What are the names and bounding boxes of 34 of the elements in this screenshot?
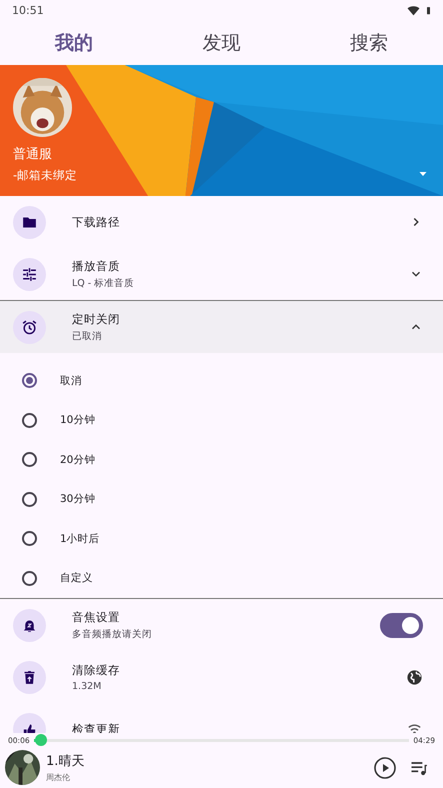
progress-thumb[interactable] <box>35 734 48 746</box>
timer-option[interactable]: 自定义 <box>0 558 443 598</box>
tab[interactable]: 搜索 <box>295 20 443 65</box>
play-icon <box>373 756 397 780</box>
song-title: 1.晴天 <box>46 753 86 770</box>
tab[interactable]: 我的 <box>0 20 148 65</box>
artist-name: 周杰伦 <box>46 772 71 783</box>
radio-button[interactable] <box>22 412 37 428</box>
radio-button[interactable] <box>22 570 37 586</box>
radio-button[interactable] <box>22 452 37 468</box>
setting-value: 1.32M <box>72 680 102 692</box>
timer-option[interactable]: 20分钟 <box>0 440 443 480</box>
sliders-icon <box>21 266 38 282</box>
setting-value: LQ - 标准音质 <box>72 276 136 290</box>
timer-option[interactable]: 1小时后 <box>0 519 443 558</box>
radio-button[interactable] <box>22 492 37 507</box>
radio-button[interactable] <box>22 373 37 388</box>
radio-button[interactable] <box>22 531 37 546</box>
timer-option[interactable]: 取消 <box>0 361 443 400</box>
toggle-switch[interactable] <box>380 612 423 638</box>
timer-option[interactable]: 10分钟 <box>0 400 443 440</box>
setting-title: 下载路径 <box>72 214 121 230</box>
clock-time: 10:51 <box>12 4 44 16</box>
alarm-clock-icon <box>21 318 38 336</box>
setting-value: 已取消 <box>72 330 103 342</box>
setting-title: 清除缓存 <box>72 662 121 678</box>
setting-title: 定时关闭 <box>72 312 121 326</box>
setting-value: 多音频播放请关闭 <box>72 628 153 640</box>
globe-icon[interactable] <box>406 668 423 686</box>
wifi-icon <box>407 4 420 16</box>
setting-title: 音焦设置 <box>72 610 121 624</box>
timer-option[interactable]: 30分钟 <box>0 480 443 519</box>
setting-title: 播放音质 <box>72 258 121 274</box>
tab[interactable]: 发现 <box>148 20 296 65</box>
